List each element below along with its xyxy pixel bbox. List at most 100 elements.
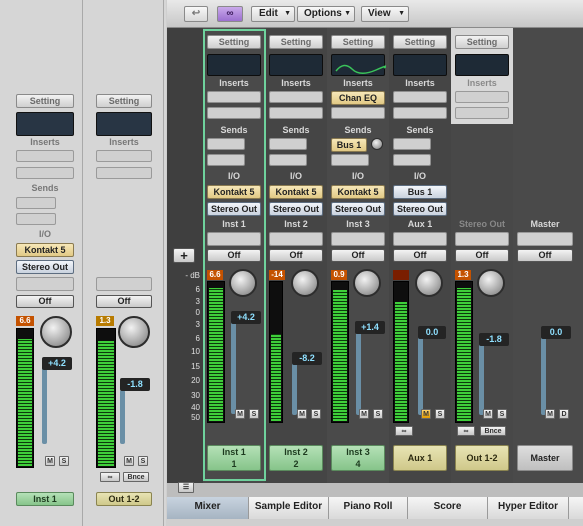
setting-button[interactable]: Setting <box>207 35 261 49</box>
send-slot[interactable] <box>207 138 245 150</box>
send-slot[interactable] <box>393 154 431 166</box>
track-name[interactable]: Inst 1 <box>16 492 74 506</box>
tab-hyper-editor[interactable]: Hyper Editor <box>488 497 569 519</box>
input-slot[interactable]: Kontakt 5 <box>207 185 261 199</box>
dim-button[interactable]: D <box>559 409 569 419</box>
volume-fader[interactable]: 0.0 <box>541 326 571 339</box>
input-slot[interactable]: Kontakt 5 <box>16 243 74 257</box>
automation-mode[interactable]: Off <box>269 249 323 262</box>
volume-fader[interactable]: +4.2 <box>42 357 72 370</box>
insert-slot[interactable] <box>207 107 261 119</box>
group-slot[interactable] <box>269 232 323 246</box>
insert-slot[interactable] <box>393 91 447 103</box>
solo-button[interactable]: S <box>311 409 321 419</box>
group-slot[interactable] <box>455 232 509 246</box>
view-menu[interactable]: View ▼ <box>361 6 409 22</box>
eq-display[interactable] <box>96 112 152 136</box>
mute-button[interactable]: M <box>45 456 55 466</box>
add-channel-button[interactable]: + <box>173 248 195 263</box>
setting-button[interactable]: Setting <box>16 94 74 108</box>
volume-fader[interactable]: +1.4 <box>355 321 385 334</box>
setting-button[interactable]: Setting <box>96 94 152 108</box>
track-name[interactable]: Out 1-2 <box>96 492 152 506</box>
send-slot[interactable] <box>16 213 56 225</box>
edit-menu[interactable]: Edit ▼ <box>251 6 295 22</box>
link-icon[interactable]: ∞ <box>395 426 413 436</box>
tab-score[interactable]: Score <box>408 497 488 519</box>
bounce-button[interactable]: Bnce <box>123 472 149 482</box>
insert-slot[interactable] <box>331 107 385 119</box>
mute-button[interactable]: M <box>359 409 369 419</box>
channel-name[interactable]: Aux 1 <box>393 445 447 471</box>
eq-display[interactable] <box>269 54 323 76</box>
solo-button[interactable]: S <box>497 409 507 419</box>
automation-mode[interactable]: Off <box>393 249 447 262</box>
pan-knob[interactable] <box>118 316 150 348</box>
tab-sample-editor[interactable]: Sample Editor <box>249 497 329 519</box>
send-slot[interactable] <box>331 154 369 166</box>
send-slot[interactable] <box>269 154 307 166</box>
mute-button[interactable]: M <box>297 409 307 419</box>
volume-fader[interactable]: -1.8 <box>120 378 150 391</box>
output-slot[interactable]: Stereo Out <box>393 202 447 216</box>
solo-button[interactable]: S <box>249 409 259 419</box>
pan-knob[interactable] <box>415 269 443 297</box>
setting-button[interactable]: Setting <box>269 35 323 49</box>
pan-knob[interactable] <box>353 269 381 297</box>
automation-mode[interactable]: Off <box>96 295 152 308</box>
pan-knob[interactable] <box>229 269 257 297</box>
mute-button[interactable]: M <box>421 409 431 419</box>
solo-button[interactable]: S <box>373 409 383 419</box>
group-slot[interactable] <box>393 232 447 246</box>
mute-button[interactable]: M <box>235 409 245 419</box>
insert-slot[interactable] <box>455 91 509 103</box>
link-icon[interactable]: ∞ <box>457 426 475 436</box>
send-slot[interactable] <box>393 138 431 150</box>
send-slot-bus-1[interactable]: Bus 1 <box>331 138 367 152</box>
group-slot[interactable] <box>96 277 152 291</box>
insert-slot[interactable] <box>16 150 74 162</box>
options-menu[interactable]: Options ▼ <box>297 6 355 22</box>
solo-button[interactable]: S <box>59 456 69 466</box>
tab-mixer[interactable]: Mixer <box>167 497 249 519</box>
setting-button[interactable]: Setting <box>331 35 385 49</box>
link-icon[interactable]: ∞ <box>100 472 120 482</box>
output-slot[interactable]: Stereo Out <box>16 260 74 274</box>
eq-display[interactable] <box>331 54 388 76</box>
insert-slot[interactable] <box>96 167 152 179</box>
setting-button[interactable]: Setting <box>455 35 509 49</box>
list-view-icon[interactable]: ☰ <box>178 482 194 493</box>
input-slot[interactable]: Kontakt 5 <box>331 185 385 199</box>
mute-button[interactable]: M <box>545 409 555 419</box>
channel-name[interactable]: Inst 2 2 <box>269 445 323 471</box>
automation-mode[interactable]: Off <box>455 249 509 262</box>
pan-knob[interactable] <box>477 269 505 297</box>
tab-piano-roll[interactable]: Piano Roll <box>329 497 408 519</box>
insert-slot[interactable] <box>393 107 447 119</box>
insert-slot[interactable] <box>16 167 74 179</box>
tab-overflow[interactable] <box>569 497 583 519</box>
volume-fader[interactable]: -1.8 <box>479 333 509 346</box>
bounce-button[interactable]: Bnce <box>480 426 506 436</box>
send-slot[interactable] <box>16 197 56 209</box>
automation-mode[interactable]: Off <box>517 249 573 262</box>
eq-display[interactable] <box>16 112 74 136</box>
group-slot[interactable] <box>517 232 573 246</box>
setting-button[interactable]: Setting <box>393 35 447 49</box>
link-button[interactable]: ∞ <box>217 6 243 22</box>
insert-slot-chan-eq[interactable]: Chan EQ <box>331 91 385 105</box>
eq-display[interactable] <box>393 54 447 76</box>
channel-name[interactable]: Inst 3 4 <box>331 445 385 471</box>
insert-slot[interactable] <box>96 150 152 162</box>
channel-name[interactable]: Master <box>517 445 573 471</box>
solo-button[interactable]: S <box>138 456 148 466</box>
automation-mode[interactable]: Off <box>207 249 261 262</box>
send-level-knob[interactable] <box>371 138 383 150</box>
output-slot[interactable]: Stereo Out <box>331 202 385 216</box>
pan-knob[interactable] <box>40 316 72 348</box>
insert-slot[interactable] <box>455 107 509 119</box>
automation-mode[interactable]: Off <box>16 295 74 308</box>
automation-mode[interactable]: Off <box>331 249 385 262</box>
input-slot[interactable]: Bus 1 <box>393 185 447 199</box>
group-slot[interactable] <box>16 277 74 291</box>
